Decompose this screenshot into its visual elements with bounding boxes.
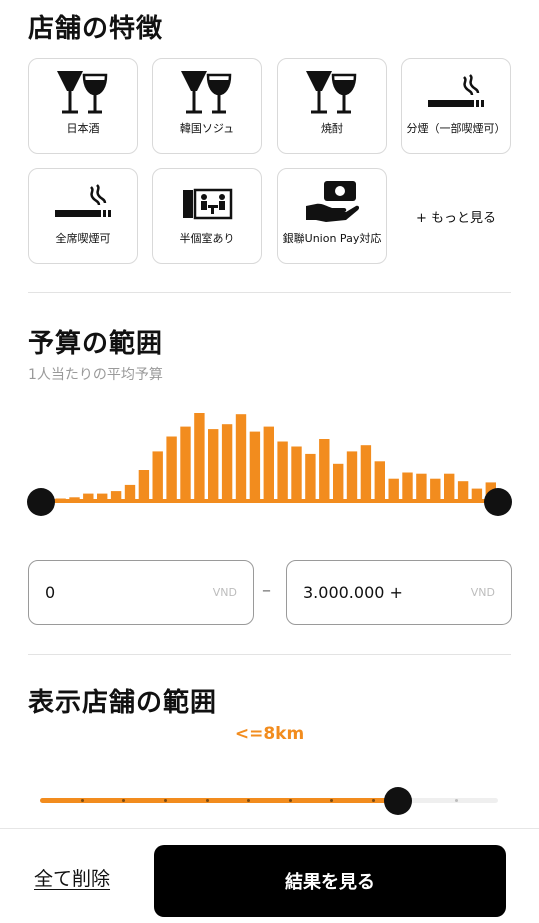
histogram-bar — [180, 426, 191, 501]
histogram-bar — [430, 478, 441, 501]
histogram-bar — [263, 426, 274, 501]
feature-label: 焼酎 — [321, 122, 343, 135]
histogram-bar — [346, 451, 358, 501]
feature-shochu[interactable]: 焼酎 — [277, 58, 387, 154]
distance-value-label: <=8km — [234, 724, 305, 744]
distance-slider-fill — [40, 798, 398, 803]
range-separator: – — [262, 580, 271, 601]
histogram-bar — [402, 472, 413, 501]
feature-separate-smoking[interactable]: 分煙（一部喫煙可） — [401, 58, 511, 154]
clear-all-button[interactable]: 全て削除 — [34, 864, 110, 891]
histogram-bar — [319, 439, 330, 501]
histogram-bar — [277, 441, 288, 501]
features-title: 店舗の特徴 — [28, 14, 164, 44]
feature-label: 日本酒 — [66, 122, 100, 135]
max-price-field[interactable]: 3.000.000 + VND — [286, 560, 512, 625]
feature-label: 銀聯Union Pay対応 — [282, 232, 382, 245]
histogram-bar — [374, 461, 385, 501]
histogram-bar — [235, 414, 247, 501]
histogram-bar — [194, 413, 205, 501]
histogram-bar — [305, 453, 316, 501]
histogram-bar — [360, 445, 372, 501]
card-payment-icon — [297, 175, 367, 231]
wine-glasses-icon — [48, 65, 118, 121]
distance-step-tick — [288, 799, 292, 802]
feature-label: 韓国ソジュ — [179, 122, 235, 135]
min-price-value: 0 — [45, 583, 56, 602]
histogram-bar — [208, 429, 219, 501]
budget-histogram — [41, 413, 496, 501]
budget-title: 予算の範囲 — [28, 329, 164, 359]
histogram-bar — [166, 436, 177, 501]
price-range-track — [40, 499, 498, 503]
cigarette-icon — [48, 175, 118, 231]
feature-all-smoking[interactable]: 全席喫煙可 — [28, 168, 138, 264]
distance-slider-handle[interactable] — [384, 787, 412, 815]
distance-step-tick — [80, 799, 84, 802]
private-room-icon — [172, 175, 242, 231]
feature-label: 分煙（一部喫煙可） — [406, 122, 506, 135]
wine-glasses-icon — [297, 65, 367, 121]
histogram-bar — [249, 431, 261, 501]
feature-semi-private-room[interactable]: 半個室あり — [152, 168, 262, 264]
max-price-handle[interactable] — [484, 488, 512, 516]
histogram-bar — [416, 473, 427, 501]
histogram-bar — [221, 424, 233, 501]
histogram-bar — [333, 463, 344, 501]
histogram-bar — [152, 451, 163, 501]
histogram-bar — [291, 446, 302, 501]
histogram-bar — [388, 478, 399, 501]
budget-subtitle: 1人当たりの平均予算 — [28, 367, 163, 383]
show-more-link[interactable]: + もっと見る — [401, 168, 511, 264]
section-divider — [28, 654, 511, 655]
footer-divider — [0, 828, 539, 829]
distance-step-tick — [205, 799, 209, 802]
min-price-field[interactable]: 0 VND — [28, 560, 254, 625]
max-price-value: 3.000.000 + — [303, 583, 403, 602]
feature-unionpay[interactable]: 銀聯Union Pay対応 — [277, 168, 387, 264]
wine-glasses-icon — [172, 65, 242, 121]
max-price-unit: VND — [470, 586, 495, 599]
distance-title: 表示店舗の範囲 — [28, 688, 218, 718]
feature-label: 全席喫煙可 — [55, 232, 111, 245]
feature-label: 半個室あり — [179, 232, 235, 245]
cigarette-icon — [421, 65, 491, 121]
histogram-bar — [444, 473, 455, 501]
distance-step-tick — [163, 799, 167, 802]
show-results-button[interactable]: 結果を見る — [154, 845, 506, 917]
section-divider — [28, 292, 511, 293]
feature-soju[interactable]: 韓国ソジュ — [152, 58, 262, 154]
min-price-unit: VND — [212, 586, 237, 599]
histogram-bar — [138, 470, 150, 501]
min-price-handle[interactable] — [27, 488, 55, 516]
feature-sake[interactable]: 日本酒 — [28, 58, 138, 154]
